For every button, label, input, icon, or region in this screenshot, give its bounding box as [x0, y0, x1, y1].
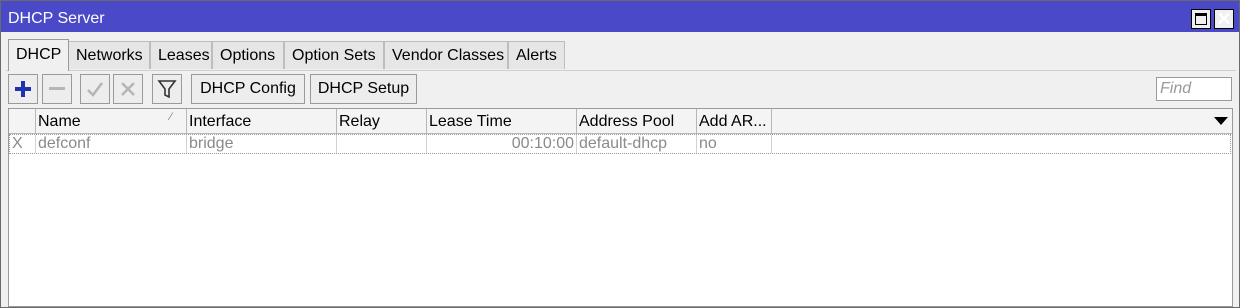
- sort-indicator-icon: ⁄: [170, 111, 172, 123]
- table-header: Name ⁄ Interface Relay Lease Time Addres…: [9, 109, 1232, 134]
- column-interface[interactable]: Interface: [187, 109, 337, 133]
- minus-icon: [49, 87, 65, 90]
- remove-button[interactable]: [42, 74, 72, 104]
- plus-icon: [15, 81, 31, 97]
- tab-networks[interactable]: Networks: [68, 41, 150, 69]
- column-menu-dropdown-icon[interactable]: [1214, 117, 1228, 126]
- cell-relay: [337, 135, 427, 153]
- column-lease-time[interactable]: Lease Time: [427, 109, 577, 133]
- maximize-button[interactable]: [1191, 9, 1211, 29]
- cell-lease-time: 00:10:00: [427, 135, 577, 153]
- check-icon: [87, 82, 103, 97]
- tab-alerts[interactable]: Alerts: [508, 41, 565, 69]
- close-icon: ✕: [1216, 9, 1232, 29]
- cell-name: defconf: [36, 135, 187, 153]
- title-bar[interactable]: DHCP Server ✕: [1, 1, 1239, 32]
- close-button[interactable]: ✕: [1214, 9, 1234, 29]
- cell-flag: X: [10, 135, 36, 153]
- table-row[interactable]: X defconf bridge 00:10:00 default-dhcp n…: [9, 134, 1231, 154]
- maximize-icon: [1195, 13, 1207, 25]
- cell-add-arp: no: [697, 135, 772, 153]
- dhcp-config-button[interactable]: DHCP Config: [191, 74, 305, 104]
- cross-icon: [121, 82, 135, 96]
- dhcp-setup-button[interactable]: DHCP Setup: [310, 74, 417, 104]
- column-flag[interactable]: [9, 109, 36, 133]
- tab-leases[interactable]: Leases: [150, 41, 212, 69]
- tab-vendor-classes[interactable]: Vendor Classes: [384, 41, 508, 69]
- enable-button[interactable]: [80, 74, 110, 104]
- cell-address-pool: default-dhcp: [577, 135, 697, 153]
- column-add-arp[interactable]: Add AR...: [697, 109, 772, 133]
- tab-option-sets[interactable]: Option Sets: [284, 41, 384, 69]
- column-name[interactable]: Name: [36, 109, 187, 133]
- column-relay[interactable]: Relay: [337, 109, 427, 133]
- disable-button[interactable]: [113, 74, 143, 104]
- add-button[interactable]: [8, 74, 38, 104]
- tab-dhcp[interactable]: DHCP: [8, 39, 69, 71]
- tab-options[interactable]: Options: [212, 41, 284, 69]
- filter-button[interactable]: [152, 74, 182, 104]
- column-address-pool[interactable]: Address Pool: [577, 109, 697, 133]
- dhcp-server-table: Name ⁄ Interface Relay Lease Time Addres…: [8, 108, 1233, 307]
- window-title: DHCP Server: [8, 10, 105, 27]
- dhcp-server-window: DHCP Server ✕ DHCP Networks Leases Optio…: [0, 0, 1240, 308]
- filter-icon: [157, 80, 177, 99]
- cell-interface: bridge: [187, 135, 337, 153]
- find-input[interactable]: [1156, 77, 1232, 101]
